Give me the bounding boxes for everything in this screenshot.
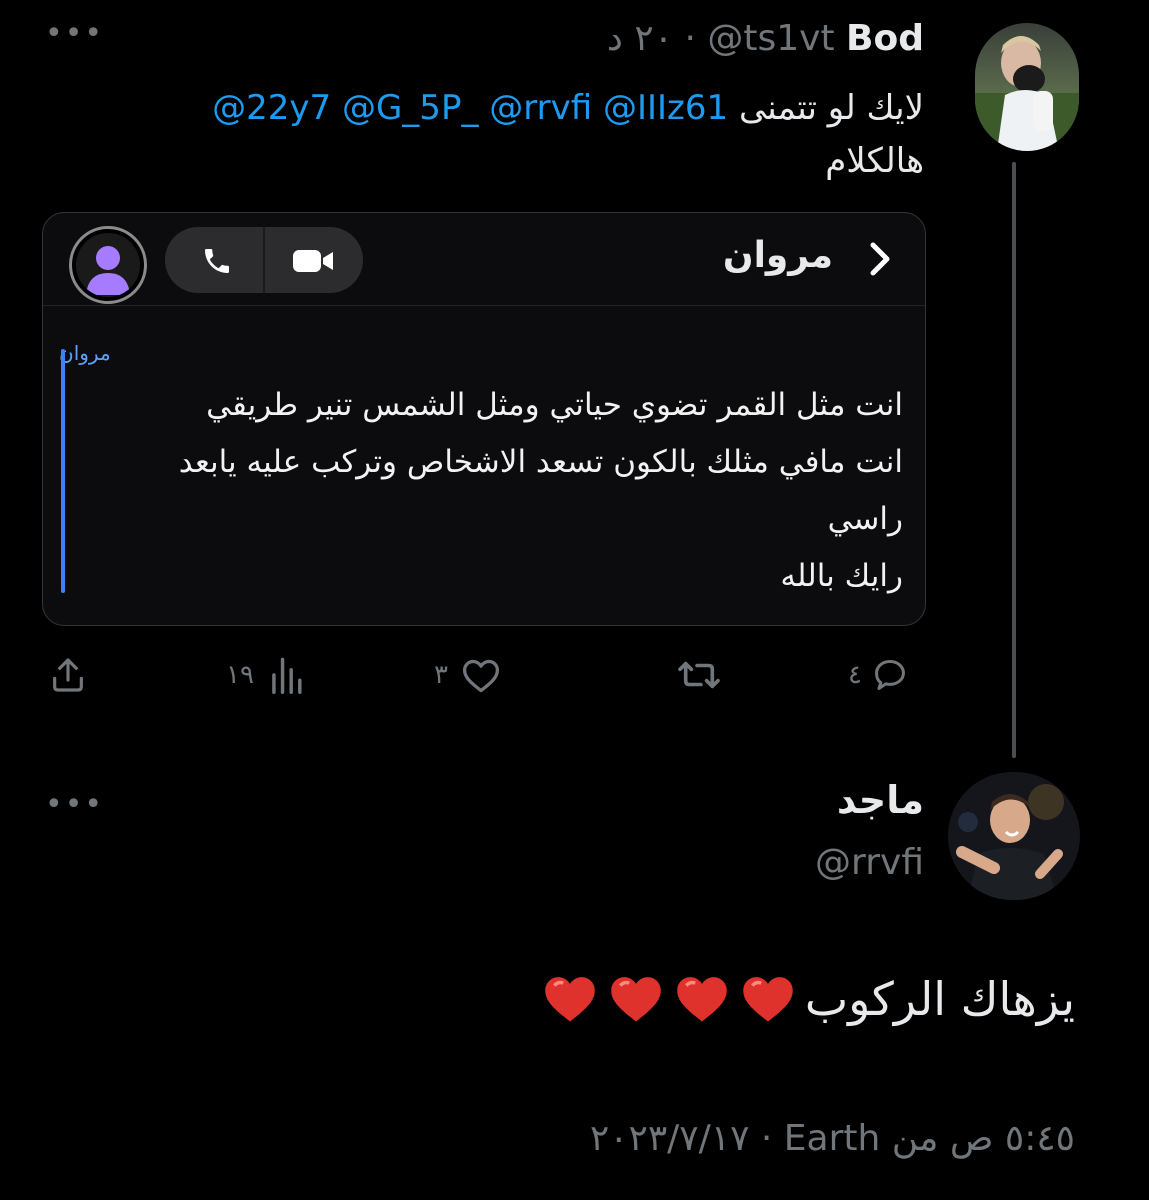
handle[interactable]: @rrvfi (815, 842, 924, 883)
reply-count: ٤ (848, 660, 862, 690)
tweet-text-end: هالكلام (825, 141, 924, 181)
back-chevron-icon[interactable] (867, 241, 891, 277)
quote-line: انت مافي مثلك بالكون تسعد الاشخاص وتركب … (178, 444, 903, 480)
handle[interactable]: @ts1vt (707, 18, 834, 59)
embedded-image-card[interactable]: مروان مروان انت مثل القمر تضوي حياتي ومث… (42, 212, 926, 626)
red-heart-icon (743, 977, 793, 1022)
tweet-time: ٢٠ د (606, 18, 674, 59)
thread-connector-line (1012, 162, 1016, 758)
quote-line: راسي (827, 501, 903, 537)
display-name[interactable]: Bod (846, 18, 924, 59)
tweet-text-start: لايك لو تتمنى (738, 88, 924, 128)
tweet-timestamp: ٥:٤٥ ص من Earth · ٢٠٢٣/٧/١٧ (589, 1118, 1075, 1159)
retweet-icon (678, 661, 720, 689)
quote-bar (61, 349, 65, 593)
reply-icon (875, 660, 905, 690)
views-bar-chart-icon (272, 657, 302, 694)
quote-sender: مروان (59, 341, 111, 365)
heart-outline-icon (462, 659, 500, 693)
avatar-majed[interactable] (948, 772, 1080, 900)
contact-avatar-icon (69, 226, 147, 304)
more-dots-icon[interactable]: ••• (45, 19, 104, 49)
contact-name: مروان (722, 235, 833, 276)
quote-line: رايك بالله (780, 558, 903, 594)
retweet-button[interactable] (676, 656, 722, 694)
display-name[interactable]: ماجد (837, 778, 924, 822)
red-heart-icon (545, 977, 595, 1022)
tweet-body: يزهاك الركوب (804, 972, 1075, 1026)
phone-icon[interactable] (201, 245, 233, 277)
video-icon[interactable] (291, 247, 335, 275)
like-count: ٣ (434, 660, 448, 690)
quoted-message: انت مثل القمر تضوي حياتي ومثل الشمس تنير… (73, 377, 903, 605)
views-button[interactable]: ١٩ (226, 656, 304, 694)
call-buttons (165, 227, 363, 293)
share-button[interactable] (48, 654, 88, 696)
red-heart-icon (611, 977, 661, 1022)
chat-header: مروان (43, 213, 925, 306)
share-icon (53, 658, 83, 692)
tweet-text: يزهاك الركوب (531, 972, 1075, 1026)
views-count: ١٩ (226, 660, 254, 690)
avatar-bod[interactable] (975, 23, 1079, 151)
heart-emojis (531, 973, 795, 1025)
reply-button[interactable]: ٤ (848, 656, 910, 694)
quote-line: انت مثل القمر تضوي حياتي ومثل الشمس تنير… (206, 387, 903, 423)
mentions[interactable]: @22y7 @G_5P_ @rrvfi @IIIz61 (212, 88, 728, 128)
like-button[interactable]: ٣ (434, 656, 502, 694)
tweet-text: لايك لو تتمنى @22y7 @G_5P_ @rrvfi @IIIz6… (84, 82, 924, 188)
tweet-header: ٢٠ د · @ts1vt Bod (606, 18, 924, 59)
red-heart-icon (677, 977, 727, 1022)
more-dots-icon[interactable]: ••• (45, 790, 104, 820)
